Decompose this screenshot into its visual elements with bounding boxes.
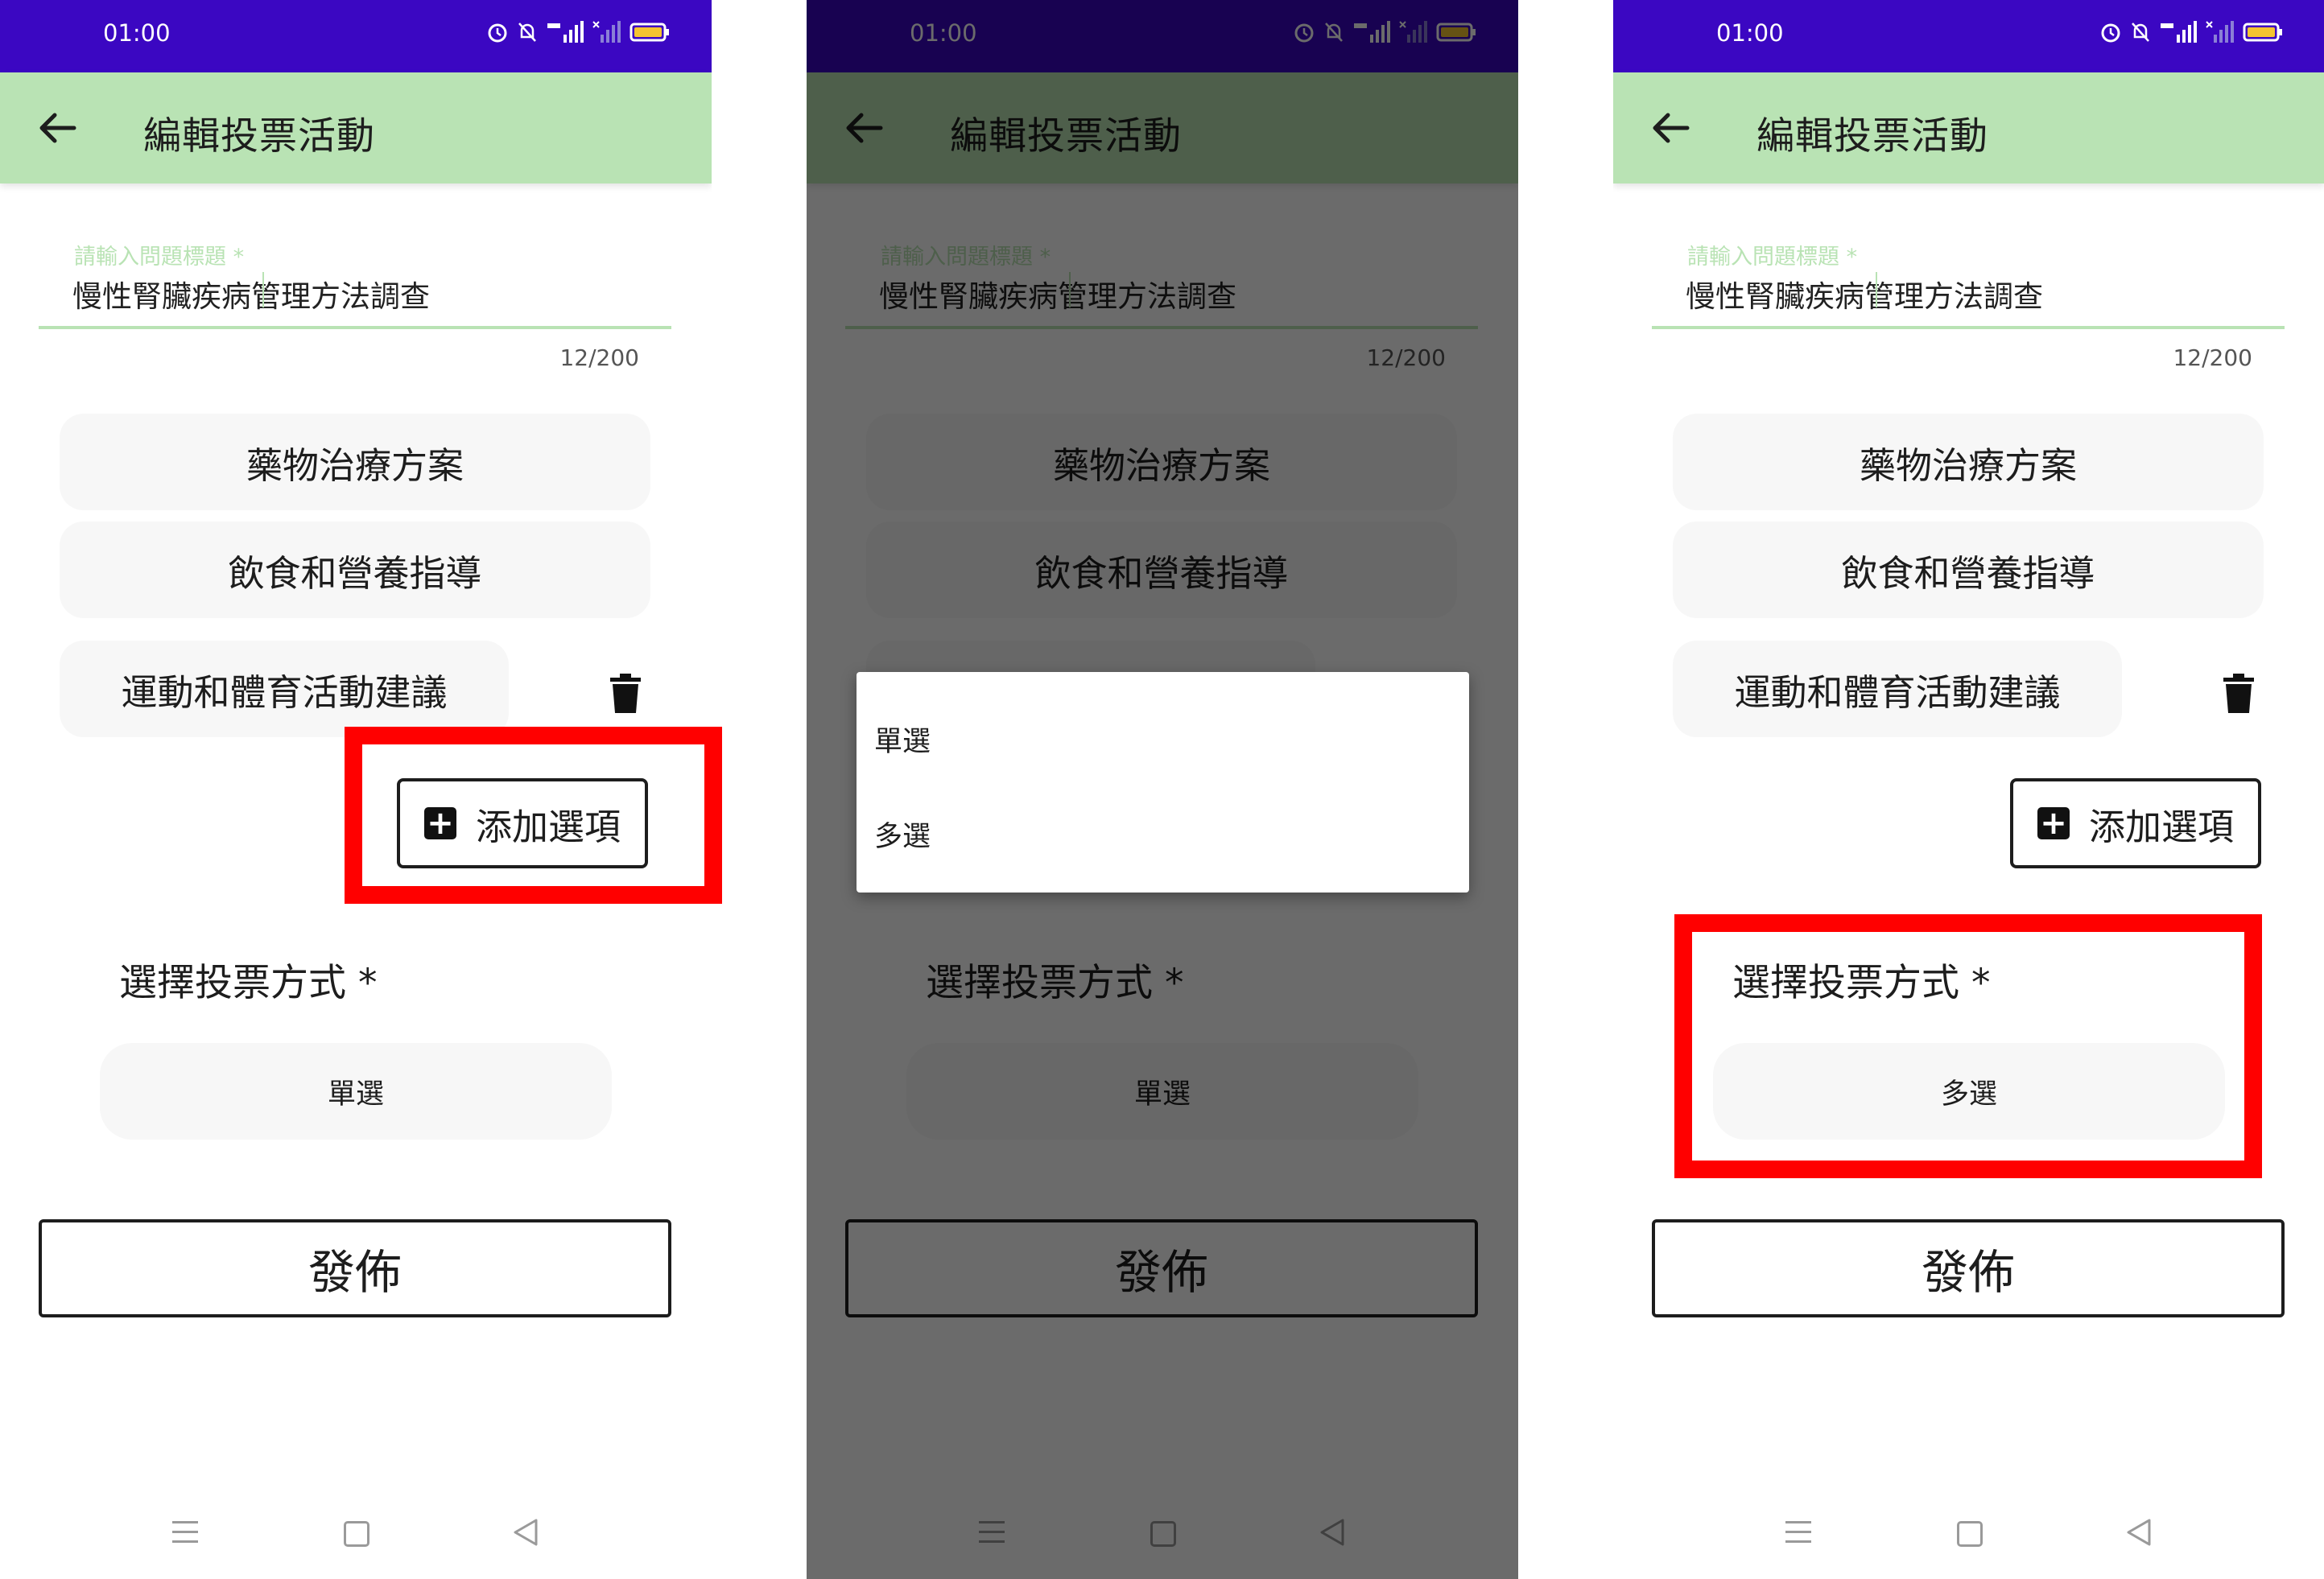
battery-icon: [630, 23, 669, 42]
option-item-2[interactable]: 飲食和營養指導: [60, 522, 650, 618]
option-item-2[interactable]: 飲食和營養指導: [1673, 522, 2264, 618]
signal-4g-icon: [2161, 21, 2197, 43]
mute-bell-icon: [2132, 23, 2149, 42]
battery-icon: [2243, 23, 2282, 42]
input-underline: [1652, 326, 2285, 329]
option-item-1[interactable]: 藥物治療方案: [1673, 414, 2264, 510]
add-option-label: 添加選項: [2089, 805, 2235, 848]
delete-trash-icon[interactable]: [2222, 673, 2256, 715]
menu-item-multiple[interactable]: 多選: [874, 814, 931, 855]
option-item-3[interactable]: 運動和體育活動建議: [60, 641, 509, 737]
menu-item-single[interactable]: 單選: [874, 719, 931, 760]
option-item-3[interactable]: 運動和體育活動建議: [1673, 641, 2122, 737]
nav-back-icon[interactable]: [512, 1518, 539, 1547]
mute-bell-icon: [518, 23, 536, 42]
question-title-input[interactable]: 慢性腎臟疾病管理方法調查: [1686, 272, 2043, 315]
vote-method-title: 選擇投票方式 *: [119, 961, 378, 1005]
character-counter: 12/200: [559, 344, 639, 371]
back-arrow-icon[interactable]: [35, 106, 79, 150]
question-field-label: 請輸入問題標題 *: [1687, 245, 1858, 270]
question-title-input[interactable]: 慢性腎臟疾病管理方法調查: [72, 272, 430, 315]
vote-method-select[interactable]: 單選: [100, 1043, 612, 1140]
text-caret: [1876, 272, 1877, 307]
nav-menu-icon[interactable]: [172, 1521, 198, 1550]
alarm-icon: [2101, 23, 2120, 43]
status-bar: 01:00: [0, 0, 712, 72]
nav-home-icon[interactable]: [1957, 1521, 1983, 1547]
signal-4g-icon: [547, 21, 584, 43]
signal-weak-icon: [592, 21, 621, 43]
back-arrow-icon[interactable]: [1649, 106, 1692, 150]
status-icons: [2099, 16, 2283, 48]
publish-button[interactable]: 發佈: [1652, 1219, 2285, 1317]
highlight-add-option: [345, 727, 722, 904]
alarm-icon: [488, 23, 507, 43]
publish-button[interactable]: 發佈: [39, 1219, 671, 1317]
plus-box-icon: +: [2037, 807, 2070, 839]
vote-method-dropdown-menu: 單選 多選: [857, 672, 1469, 893]
status-time: 01:00: [1716, 19, 1784, 47]
screen-3: 01:00 編輯投票活動 請輸入問題標題 * 慢性腎臟疾病管理方法調查 12/2…: [1613, 0, 2324, 1579]
text-caret: [262, 272, 264, 307]
page-title: 編輯投票活動: [143, 114, 375, 159]
nav-home-icon[interactable]: [344, 1521, 369, 1547]
status-icons: [486, 16, 670, 48]
highlight-vote-method: [1674, 914, 2262, 1178]
question-field-label: 請輸入問題標題 *: [74, 245, 245, 270]
system-nav-bar: [1613, 1505, 2324, 1569]
system-nav-bar: [0, 1505, 712, 1569]
add-option-button[interactable]: + 添加選項: [2010, 778, 2261, 868]
page-title: 編輯投票活動: [1756, 114, 1988, 159]
input-underline: [39, 326, 671, 329]
screen-2: 01:00 編輯投票活動 請輸入問題標題 * 慢性腎臟疾病管理方法調查 12/2…: [807, 0, 1518, 1579]
nav-menu-icon[interactable]: [1785, 1521, 1811, 1550]
nav-back-icon[interactable]: [2125, 1518, 2153, 1547]
delete-trash-icon[interactable]: [609, 673, 642, 715]
status-time: 01:00: [103, 19, 171, 47]
app-bar: 編輯投票活動: [0, 72, 712, 183]
status-bar: 01:00: [1613, 0, 2324, 72]
option-item-1[interactable]: 藥物治療方案: [60, 414, 650, 510]
character-counter: 12/200: [2173, 344, 2252, 371]
signal-weak-icon: [2206, 21, 2234, 43]
app-bar: 編輯投票活動: [1613, 72, 2324, 183]
